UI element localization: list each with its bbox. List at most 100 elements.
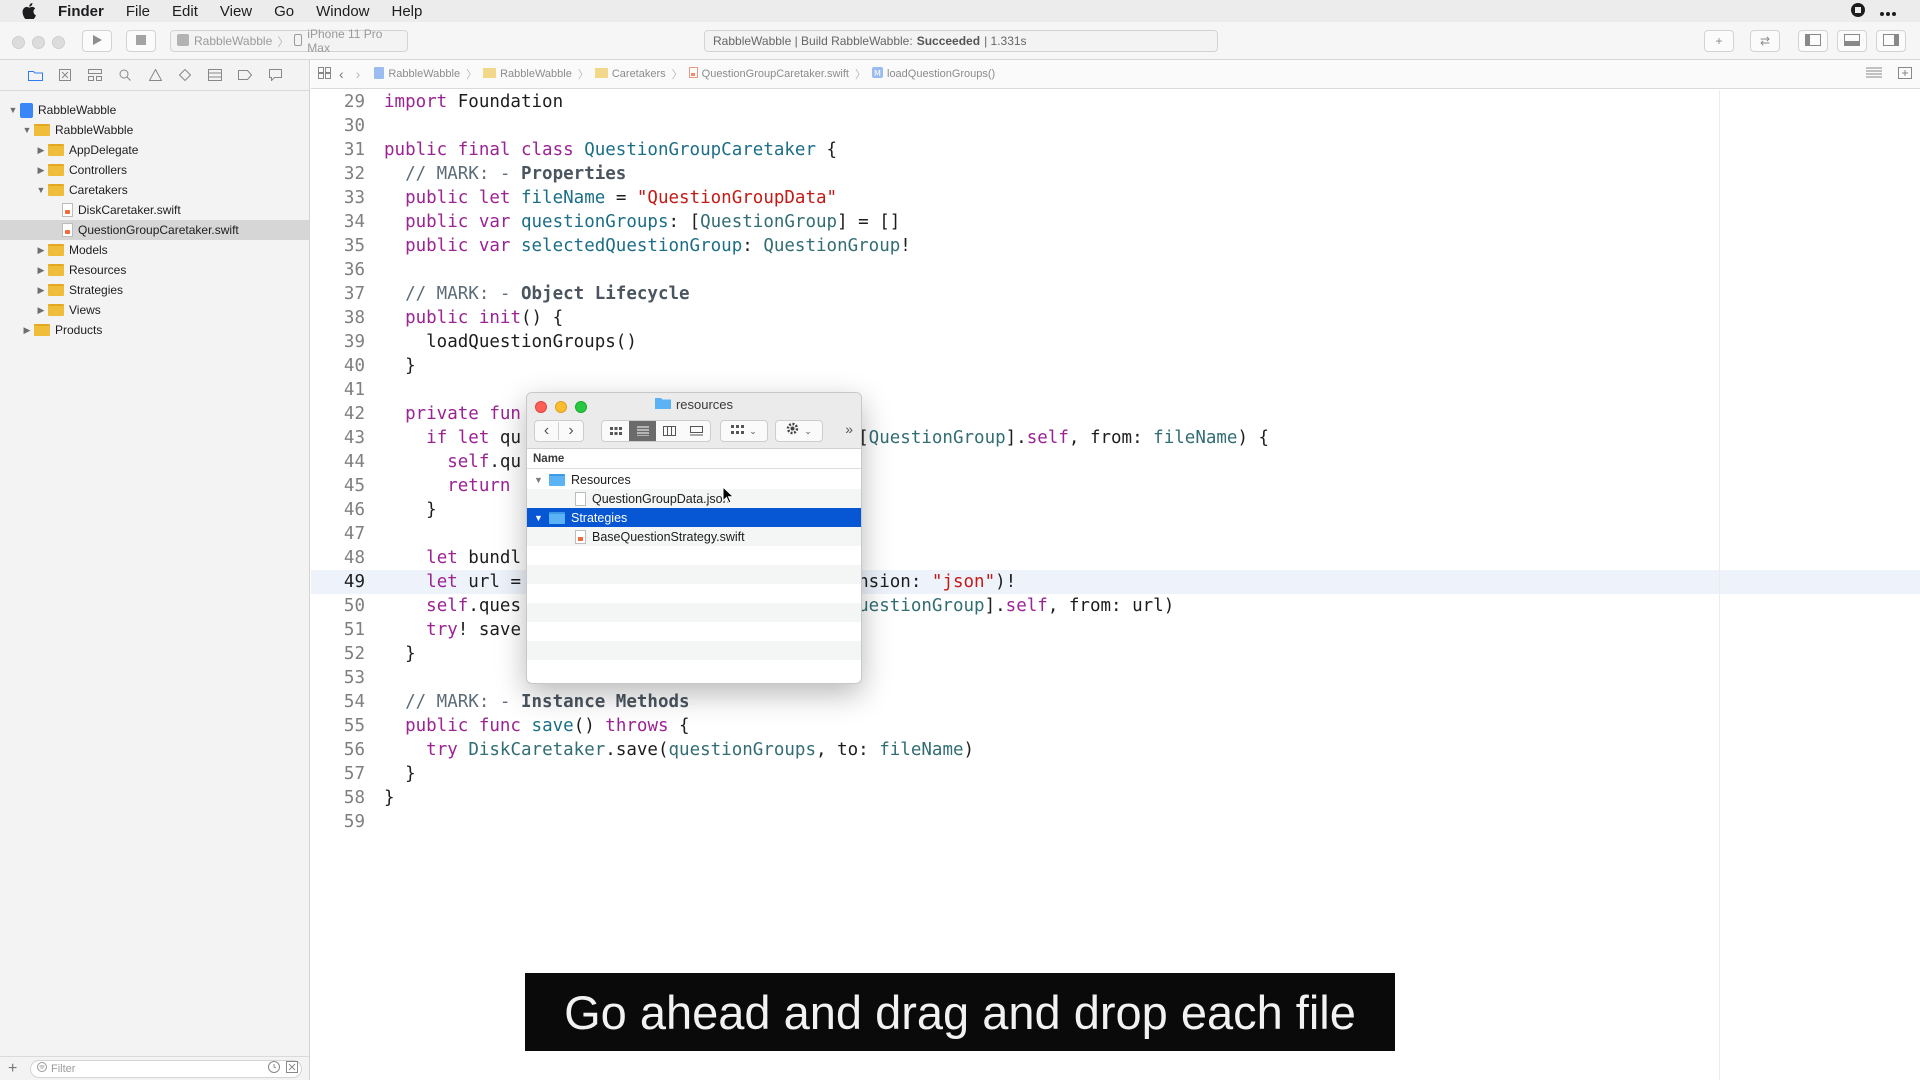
disclosure-closed-icon[interactable]: ▶ bbox=[36, 165, 46, 175]
view-mode-control[interactable] bbox=[601, 420, 711, 442]
tree-item[interactable]: QuestionGroupCaretaker.swift bbox=[0, 220, 309, 240]
code-review-button[interactable]: ⇄ bbox=[1750, 30, 1780, 52]
code-line[interactable]: 59 bbox=[311, 810, 1920, 834]
code-line[interactable]: 36 bbox=[311, 258, 1920, 282]
apple-menu-icon[interactable] bbox=[20, 2, 38, 20]
code-line[interactable]: 30 bbox=[311, 114, 1920, 138]
code-line[interactable]: 56 try DiskCaretaker.save(questionGroups… bbox=[311, 738, 1920, 762]
gallery-view-icon[interactable] bbox=[683, 426, 710, 436]
menu-view[interactable]: View bbox=[220, 3, 252, 20]
disclosure-closed-icon[interactable]: ▶ bbox=[36, 265, 46, 275]
column-header-name[interactable]: Name bbox=[527, 449, 861, 469]
menu-window[interactable]: Window bbox=[316, 3, 369, 20]
disclosure-closed-icon[interactable]: ▶ bbox=[36, 145, 46, 155]
breadcrumb-file[interactable]: QuestionGroupCaretaker.swift 〉 bbox=[688, 66, 866, 82]
forward-chevron-icon[interactable]: › bbox=[559, 422, 583, 440]
window-zoom-button[interactable] bbox=[52, 36, 65, 49]
test-diamond-icon[interactable] bbox=[177, 67, 193, 83]
code-line[interactable]: 31 public final class QuestionGroupCareta… bbox=[311, 138, 1920, 162]
editor-options-icon[interactable] bbox=[1866, 67, 1882, 82]
finder-row[interactable]: QuestionGroupData.json bbox=[527, 489, 861, 508]
disclosure-open-icon[interactable]: ▼ bbox=[534, 513, 544, 523]
tree-item[interactable]: ▶ Models bbox=[0, 240, 309, 260]
column-view-icon[interactable] bbox=[656, 426, 683, 436]
disclosure-closed-icon[interactable]: ▶ bbox=[36, 285, 46, 295]
library-button[interactable]: + bbox=[1704, 30, 1734, 52]
tree-item[interactable]: ▶ Views bbox=[0, 300, 309, 320]
code-line[interactable]: 39 loadQuestionGroups() bbox=[311, 330, 1920, 354]
disclosure-closed-icon[interactable]: ▶ bbox=[22, 325, 32, 335]
debug-icon[interactable] bbox=[207, 67, 223, 83]
finder-window[interactable]: resources ‹ › ⌄ ⌄ » Name ▼ Resources Quest… bbox=[526, 392, 862, 684]
breadcrumb-project[interactable]: RabbleWabble 〉 bbox=[374, 66, 477, 82]
disclosure-open-icon[interactable]: ▼ bbox=[534, 475, 544, 485]
toolbar-overflow-icon[interactable]: » bbox=[845, 421, 853, 437]
code-line[interactable]: 37 // MARK: - Object Lifecycle bbox=[311, 282, 1920, 306]
menu-help[interactable]: Help bbox=[392, 3, 423, 20]
list-view-icon[interactable] bbox=[629, 421, 656, 441]
breadcrumb-caretakers[interactable]: Caretakers 〉 bbox=[594, 66, 683, 82]
add-editor-icon[interactable] bbox=[1898, 66, 1912, 82]
report-icon[interactable] bbox=[267, 67, 283, 83]
window-minimize-button[interactable] bbox=[32, 36, 45, 49]
code-line[interactable]: 38 public init() { bbox=[311, 306, 1920, 330]
disclosure-closed-icon[interactable]: ▶ bbox=[36, 305, 46, 315]
search-icon[interactable] bbox=[117, 67, 133, 83]
toggle-debug-area-button[interactable] bbox=[1837, 30, 1867, 52]
code-line[interactable]: 57 } bbox=[311, 762, 1920, 786]
tree-item[interactable]: ▶ Controllers bbox=[0, 160, 309, 180]
back-arrow-icon[interactable]: ‹ bbox=[339, 66, 344, 82]
tree-item[interactable]: ▼ RabbleWabble bbox=[0, 120, 309, 140]
tree-item[interactable]: ▼ RabbleWabble bbox=[0, 100, 309, 120]
forward-arrow-icon[interactable]: › bbox=[356, 66, 361, 82]
tree-item[interactable]: ▶ AppDelegate bbox=[0, 140, 309, 160]
code-line[interactable]: 34 public var questionGroups: [QuestionG… bbox=[311, 210, 1920, 234]
scheme-selector[interactable]: RabbleWabble 〉 iPhone 11 Pro Max bbox=[170, 27, 408, 55]
code-line[interactable]: 54 // MARK: - Instance Methods bbox=[311, 690, 1920, 714]
add-file-icon[interactable]: + bbox=[8, 1060, 17, 1078]
menu-go[interactable]: Go bbox=[274, 3, 294, 20]
breadcrumb-symbol[interactable]: M loadQuestionGroups() bbox=[872, 67, 995, 81]
disclosure-closed-icon[interactable]: ▶ bbox=[36, 245, 46, 255]
group-by-button[interactable]: ⌄ bbox=[720, 420, 768, 442]
code-line[interactable]: 40 } bbox=[311, 354, 1920, 378]
issue-warning-icon[interactable] bbox=[147, 67, 163, 83]
code-line[interactable]: 55 public func save() throws { bbox=[311, 714, 1920, 738]
window-close-button[interactable] bbox=[12, 36, 25, 49]
run-button[interactable] bbox=[82, 30, 112, 52]
code-line[interactable]: 35 public var selectedQuestionGroup: Que… bbox=[311, 234, 1920, 258]
symbol-navigator-icon[interactable] bbox=[87, 67, 103, 83]
filter-input[interactable]: Filter bbox=[30, 1059, 302, 1078]
toggle-navigator-button[interactable] bbox=[1798, 30, 1828, 52]
tree-item[interactable]: ▶ Products bbox=[0, 320, 309, 340]
finder-row[interactable]: BaseQuestionStrategy.swift bbox=[527, 527, 861, 546]
scm-filter-icon[interactable] bbox=[286, 1060, 298, 1078]
breakpoint-icon[interactable] bbox=[237, 67, 253, 83]
breadcrumb-group[interactable]: RabbleWabble 〉 bbox=[483, 66, 589, 82]
menu-edit[interactable]: Edit bbox=[172, 3, 198, 20]
tree-item[interactable]: ▶ Resources bbox=[0, 260, 309, 280]
disclosure-open-icon[interactable]: ▼ bbox=[8, 105, 18, 115]
tree-item[interactable]: DiskCaretaker.swift bbox=[0, 200, 309, 220]
back-chevron-icon[interactable]: ‹ bbox=[535, 422, 559, 440]
recent-files-icon[interactable] bbox=[268, 1060, 280, 1078]
tree-item[interactable]: ▶ Strategies bbox=[0, 280, 309, 300]
toggle-inspector-button[interactable] bbox=[1876, 30, 1906, 52]
disclosure-open-icon[interactable]: ▼ bbox=[36, 185, 46, 195]
stop-button[interactable] bbox=[126, 30, 156, 52]
back-forward-control[interactable]: ‹ › bbox=[534, 420, 584, 442]
folder-navigator-icon[interactable] bbox=[27, 67, 43, 83]
finder-titlebar[interactable]: resources ‹ › ⌄ ⌄ » bbox=[527, 393, 861, 449]
disclosure-open-icon[interactable]: ▼ bbox=[22, 125, 32, 135]
menu-finder[interactable]: Finder bbox=[58, 3, 104, 20]
record-stop-icon[interactable] bbox=[1850, 2, 1866, 22]
menu-file[interactable]: File bbox=[126, 3, 150, 20]
code-line[interactable]: 33 public let fileName = "QuestionGroupD… bbox=[311, 186, 1920, 210]
more-icon[interactable] bbox=[1880, 4, 1896, 21]
action-menu-button[interactable]: ⌄ bbox=[775, 420, 823, 442]
code-line[interactable]: 29 import Foundation bbox=[311, 90, 1920, 114]
code-line[interactable]: 32 // MARK: - Properties bbox=[311, 162, 1920, 186]
tree-item[interactable]: ▼ Caretakers bbox=[0, 180, 309, 200]
related-items-icon[interactable] bbox=[318, 66, 331, 82]
source-control-icon[interactable] bbox=[57, 67, 73, 83]
